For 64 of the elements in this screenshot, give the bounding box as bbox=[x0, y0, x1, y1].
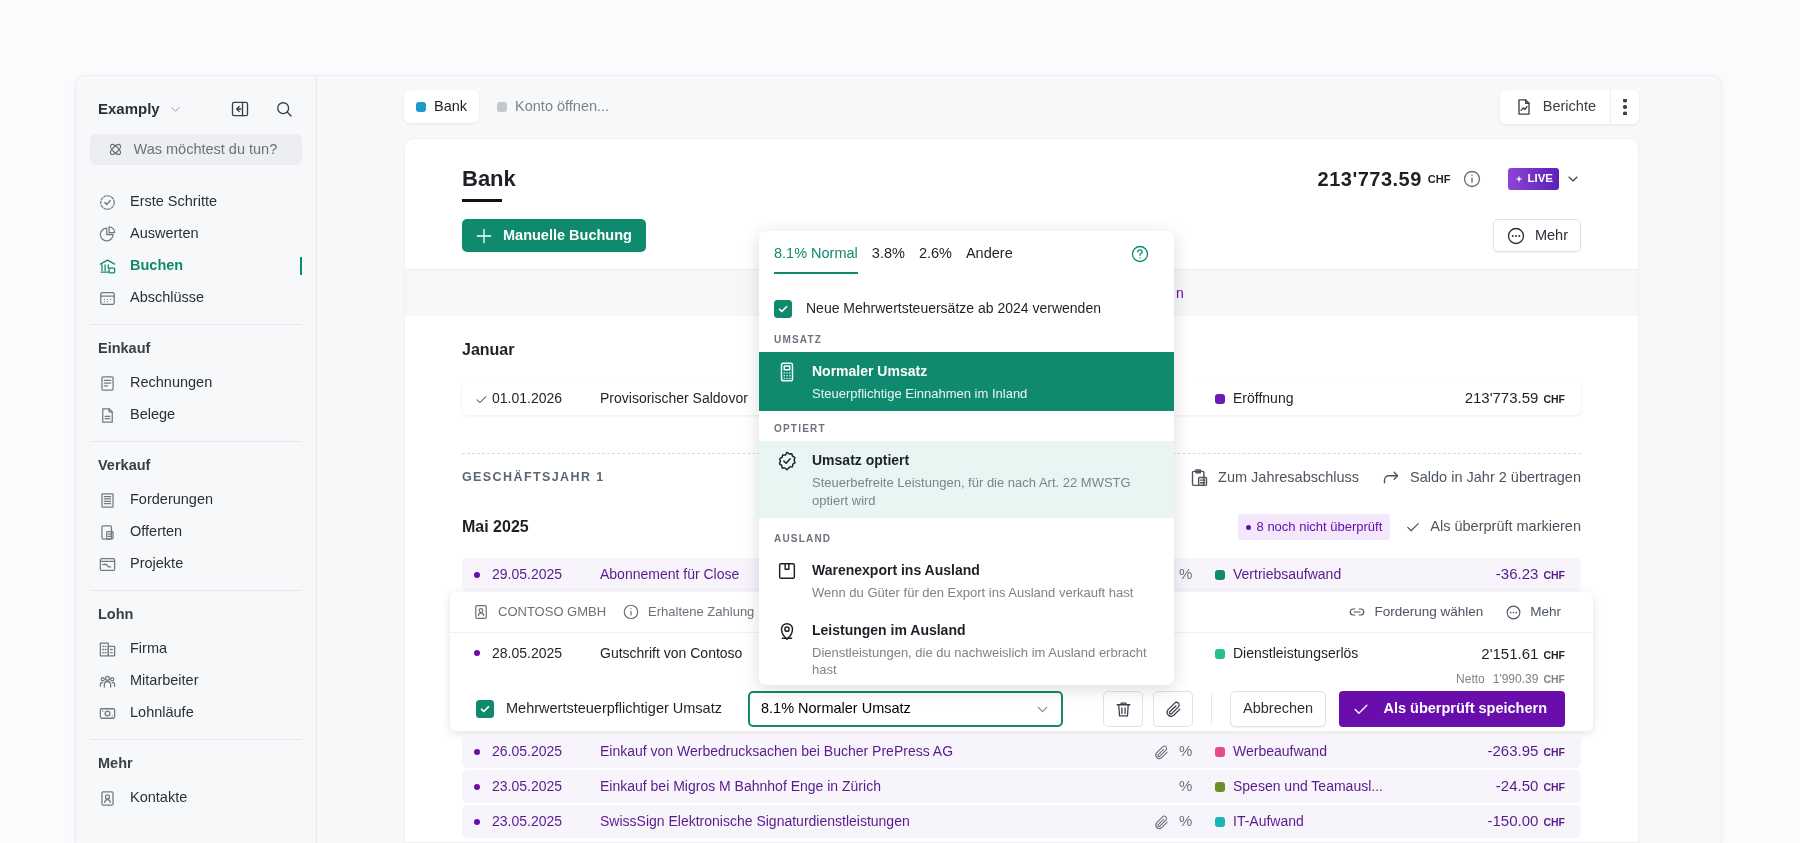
account-title: Bank bbox=[462, 166, 516, 192]
date-cell-text: 28.05.2025 bbox=[492, 644, 564, 663]
option-title: Warenexport ins Ausland bbox=[812, 561, 981, 581]
unreviewed-badge: 8 noch nicht überprüft bbox=[1237, 514, 1391, 540]
option-description: Steuerbefreite Leistungen, für die nach Art. 22 MWSTG optiert wird bbox=[812, 474, 1132, 510]
fiscal-year-label: GESCHÄFTSJAHR 1 bbox=[462, 469, 605, 487]
date-cell-text: 23.05.2025 bbox=[492, 777, 564, 796]
date-cell-text: 01.01.2026 bbox=[492, 389, 564, 408]
currency-label: CHF bbox=[1543, 816, 1565, 829]
description-text: Einkauf bei Migros M Bahnhof Enge in Zürich bbox=[600, 778, 881, 794]
live-label: LIVE bbox=[1527, 171, 1553, 187]
amount: -263.95 bbox=[1487, 742, 1539, 760]
category-label: IT-Aufwand bbox=[1233, 812, 1304, 831]
description-text: Gutschrift von Contoso bbox=[600, 645, 743, 661]
category-label: Dienstleistungserlös bbox=[1233, 644, 1359, 663]
amount: -24.50 bbox=[1495, 777, 1539, 795]
vat-percent-icon: % bbox=[1179, 777, 1193, 795]
nav-group-title: Lohn bbox=[97, 605, 135, 624]
date-cell-text: 29.05.2025 bbox=[492, 565, 564, 584]
section-label: AUSLAND bbox=[773, 532, 833, 547]
currency-label: CHF bbox=[1543, 393, 1565, 406]
nav-group-title: Mehr bbox=[97, 754, 134, 773]
section-label: UMSATZ bbox=[773, 332, 824, 347]
vat-percent-icon: % bbox=[1179, 565, 1193, 583]
description-text: Einkauf von Werbedrucksachen bei Bucher PrePress AG bbox=[600, 743, 954, 759]
date-cell-text: 26.05.2025 bbox=[492, 742, 564, 761]
nav-group-title: Einkauf bbox=[97, 339, 152, 358]
option-title: Umsatz optiert bbox=[812, 451, 911, 471]
category-label: Vertriebsaufwand bbox=[1233, 565, 1342, 584]
description-text: SwissSign Elektronische Signaturdienstleistungen bbox=[600, 813, 910, 829]
amount: 213'773.59 bbox=[1464, 389, 1539, 407]
nav-group-title: Verkauf bbox=[97, 456, 152, 475]
transaction-type: Erhaltene Zahlung bbox=[648, 603, 755, 622]
option-title: Leistungen im Ausland bbox=[812, 620, 967, 640]
vat-percent-icon: % bbox=[1179, 812, 1193, 830]
vat-percent-icon: % bbox=[1179, 742, 1193, 760]
checkbox-label: Mehrwertsteuerpflichtiger Umsatz bbox=[506, 699, 722, 719]
currency-label: CHF bbox=[1543, 672, 1565, 685]
currency-label: CHF bbox=[1543, 649, 1565, 661]
currency-label: CHF bbox=[1543, 569, 1565, 582]
month-title: Januar bbox=[462, 340, 515, 360]
option-description: Steuerpflichtige Einnahmen im Inland bbox=[812, 384, 1028, 403]
category-label: Spesen und Teamausl... bbox=[1233, 777, 1383, 796]
category-label: Werbeaufwand bbox=[1233, 742, 1327, 761]
month-title: Mai 2025 bbox=[462, 517, 529, 537]
section-label: OPTIERT bbox=[773, 422, 827, 437]
option-description: Dienstleistungen, die du nachweislich im Ausland erbracht hast bbox=[812, 643, 1148, 680]
currency-label: CHF bbox=[1543, 781, 1565, 794]
amount: -36.23 bbox=[1495, 565, 1539, 583]
currency-label: CHF bbox=[1427, 171, 1451, 187]
category-label: Eröffnung bbox=[1233, 389, 1294, 408]
description-text: Provisorischer Saldovor bbox=[600, 390, 748, 406]
net-amount: 1'990.39 bbox=[1492, 671, 1539, 686]
date-cell-text: 23.05.2025 bbox=[492, 812, 564, 831]
currency-label: CHF bbox=[1543, 746, 1565, 759]
contact-name: CONTOSO GMBH bbox=[498, 603, 607, 622]
amount: 2'151.61 bbox=[1481, 645, 1539, 662]
amount: -150.00 bbox=[1487, 812, 1539, 830]
option-description: Wenn du Güter für den Export ins Ausland verkauft hast bbox=[812, 584, 1134, 602]
option-title: Normaler Umsatz bbox=[812, 361, 929, 381]
balance-amount: 213'773.59 bbox=[1317, 167, 1422, 192]
net-label: Netto bbox=[1456, 671, 1485, 686]
description-text: Abonnement für Close bbox=[600, 566, 740, 582]
checkbox-label: Neue Mehrwertsteuersätze ab 2024 verwenden bbox=[806, 299, 1101, 319]
